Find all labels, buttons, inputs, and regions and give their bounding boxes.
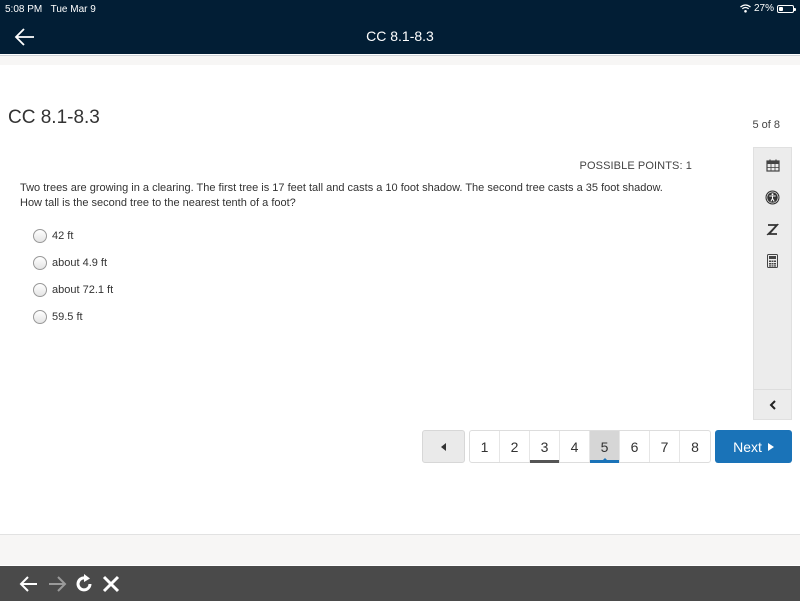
back-arrow-icon bbox=[19, 576, 37, 592]
tools-sidebar bbox=[753, 147, 792, 420]
page-button-7[interactable]: 7 bbox=[650, 431, 680, 462]
battery-icon bbox=[777, 4, 796, 13]
answer-label: about 72.1 ft bbox=[52, 283, 114, 296]
collapse-sidebar-button[interactable] bbox=[754, 389, 791, 419]
page-button-4[interactable]: 4 bbox=[560, 431, 590, 462]
radio-button[interactable] bbox=[33, 255, 47, 270]
page-button-6[interactable]: 6 bbox=[620, 431, 650, 462]
calculator-icon bbox=[767, 254, 778, 268]
browser-stop-button[interactable] bbox=[100, 573, 122, 595]
calendar-icon bbox=[765, 159, 780, 172]
status-bar: 5:08 PM Tue Mar 9 27% bbox=[0, 0, 800, 20]
calculator-button[interactable] bbox=[754, 250, 791, 272]
answer-option[interactable]: about 72.1 ft bbox=[33, 276, 113, 303]
next-label: Next bbox=[733, 438, 762, 455]
reload-icon bbox=[76, 574, 92, 592]
possible-points: POSSIBLE POINTS: 1 bbox=[579, 160, 692, 172]
browser-back-button[interactable] bbox=[18, 573, 40, 595]
answer-option[interactable]: about 4.9 ft bbox=[33, 249, 113, 276]
page-navigation: 12345678 bbox=[469, 430, 711, 463]
question-text: Two trees are growing in a clearing. The… bbox=[20, 181, 720, 211]
status-right: 27% bbox=[740, 3, 796, 14]
triangle-right-icon bbox=[767, 442, 774, 451]
page-button-2[interactable]: 2 bbox=[500, 431, 530, 462]
page-title: CC 8.1-8.3 bbox=[8, 107, 100, 128]
battery-percent: 27% bbox=[753, 3, 774, 14]
page-button-3[interactable]: 3 bbox=[530, 431, 560, 463]
browser-forward-button[interactable] bbox=[46, 573, 68, 595]
answer-label: 59.5 ft bbox=[52, 310, 83, 323]
sub-header-bar bbox=[0, 55, 800, 65]
answer-option[interactable]: 42 ft bbox=[33, 222, 113, 249]
radio-button[interactable] bbox=[33, 228, 47, 243]
browser-reload-button[interactable] bbox=[73, 573, 95, 595]
nav-bar: CC 8.1-8.3 bbox=[0, 20, 800, 54]
status-time: 5:08 PM Tue Mar 9 bbox=[5, 4, 96, 15]
calendar-button[interactable] bbox=[754, 154, 791, 176]
footer-strip bbox=[0, 534, 800, 565]
accessibility-button[interactable] bbox=[754, 186, 791, 208]
answer-list: 42 ft about 4.9 ft about 72.1 ft 59.5 ft bbox=[33, 222, 113, 330]
chevron-left-icon bbox=[769, 399, 776, 410]
triangle-left-icon bbox=[440, 442, 446, 451]
answer-option[interactable]: 59.5 ft bbox=[33, 303, 113, 330]
page-button-8[interactable]: 8 bbox=[680, 431, 710, 462]
page-button-5[interactable]: 5 bbox=[590, 431, 620, 463]
answer-label: 42 ft bbox=[52, 229, 74, 242]
question-counter: 5 of 8 bbox=[752, 119, 780, 131]
question-line-2: How tall is the second tree to the neare… bbox=[20, 197, 296, 209]
no-pencil-button[interactable] bbox=[754, 218, 791, 240]
radio-button[interactable] bbox=[33, 282, 47, 297]
no-pencil-icon bbox=[766, 223, 779, 235]
close-icon bbox=[102, 575, 120, 593]
question-line-1: Two trees are growing in a clearing. The… bbox=[20, 182, 663, 194]
wifi-icon bbox=[740, 4, 751, 13]
browser-toolbar bbox=[0, 566, 800, 601]
previous-button[interactable] bbox=[422, 430, 465, 463]
nav-title: CC 8.1-8.3 bbox=[366, 28, 434, 44]
next-button[interactable]: Next bbox=[715, 430, 792, 463]
forward-arrow-icon bbox=[49, 576, 67, 592]
answer-label: about 4.9 ft bbox=[52, 256, 108, 269]
radio-button[interactable] bbox=[33, 309, 47, 324]
accessibility-icon bbox=[765, 190, 780, 204]
page-button-1[interactable]: 1 bbox=[470, 431, 500, 462]
